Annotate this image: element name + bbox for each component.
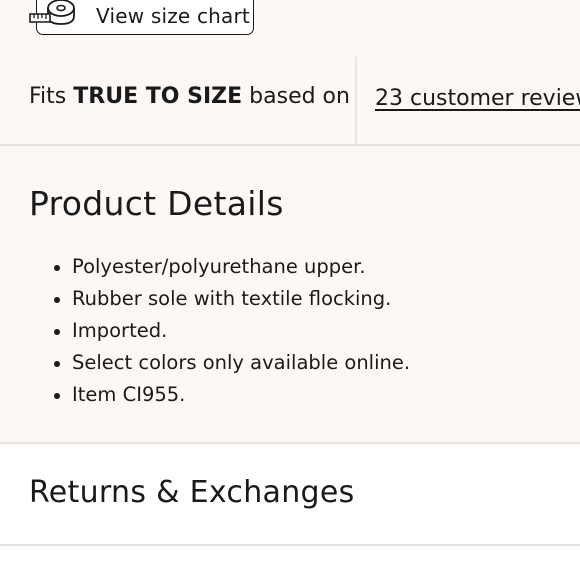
returns-exchanges-section[interactable]: Returns & Exchanges xyxy=(0,445,580,544)
fit-suffix: based on xyxy=(249,84,350,109)
view-size-chart-label: View size chart xyxy=(96,4,250,28)
product-details-section: Product Details Polyester/polyurethane u… xyxy=(0,146,580,442)
product-details-title[interactable]: Product Details xyxy=(29,184,284,223)
fit-emphasis: TRUE TO SIZE xyxy=(73,84,243,109)
view-size-chart-button[interactable]: View size chart xyxy=(29,0,254,35)
fit-summary-row: Fits TRUE TO SIZE based on 23 customer r… xyxy=(0,56,580,145)
fit-summary-text: Fits TRUE TO SIZE based on xyxy=(29,84,350,109)
list-item: Select colors only available online. xyxy=(28,347,410,379)
fit-prefix: Fits xyxy=(29,84,67,109)
returns-exchanges-title[interactable]: Returns & Exchanges xyxy=(29,475,355,510)
product-details-list: Polyester/polyurethane upper. Rubber sol… xyxy=(28,251,410,411)
list-item: Polyester/polyurethane upper. xyxy=(28,251,410,283)
list-item: Item CI955. xyxy=(28,379,410,411)
customer-reviews-link[interactable]: 23 customer reviews xyxy=(375,86,580,111)
page-footer-area xyxy=(0,546,580,580)
list-item: Imported. xyxy=(28,315,410,347)
reviews-link-container: 23 customer reviews xyxy=(356,56,580,145)
list-item: Rubber sole with textile flocking. xyxy=(28,283,410,315)
divider xyxy=(0,442,580,444)
measuring-tape-icon xyxy=(28,0,80,30)
